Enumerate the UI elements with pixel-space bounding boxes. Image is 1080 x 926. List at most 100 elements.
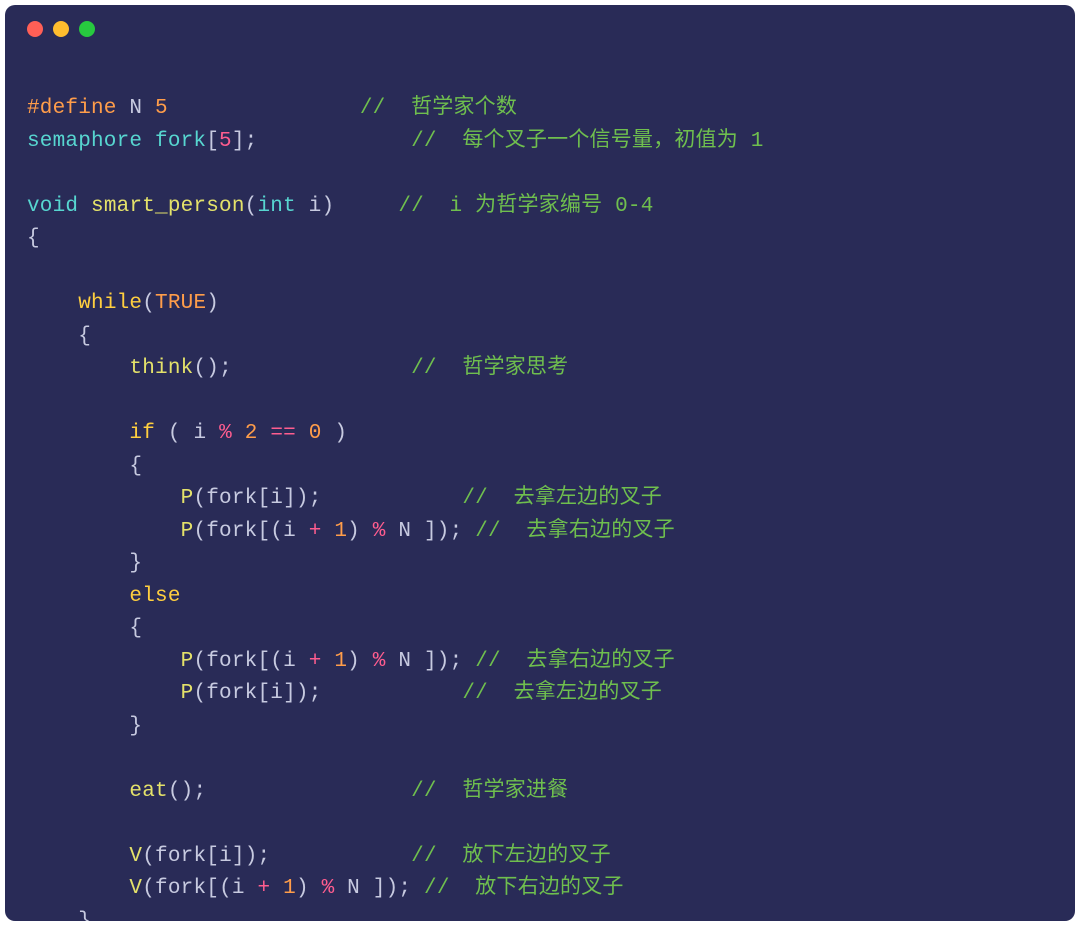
- tok-paren: ): [206, 292, 219, 315]
- comment: // 放下左边的叉子: [411, 845, 611, 868]
- tok-num-1: 1: [334, 520, 347, 543]
- comment: // 哲学家进餐: [411, 780, 568, 803]
- tok-ident-fork: fork: [206, 520, 257, 543]
- tok-paren: ): [437, 520, 450, 543]
- tok-ident-fork: fork: [206, 487, 257, 510]
- tok-op-mod: %: [373, 650, 386, 673]
- tok-var: i: [283, 650, 309, 673]
- indent: [27, 650, 181, 673]
- indent: [27, 780, 129, 803]
- tok-var: i: [270, 682, 283, 705]
- tok-bracket: ]: [232, 130, 245, 153]
- tok-brace: {: [27, 227, 40, 250]
- tok-while: while: [78, 292, 142, 315]
- tok-bracket: ]: [283, 487, 296, 510]
- tok-paren: (: [193, 520, 206, 543]
- tok-N: N: [334, 877, 372, 900]
- tok-paren: ): [347, 520, 360, 543]
- tok-brace: {: [27, 455, 142, 478]
- tok-paren: ): [386, 877, 399, 900]
- tok-else: else: [129, 585, 180, 608]
- tok-brace: {: [27, 617, 142, 640]
- comment: // 去拿右边的叉子: [462, 520, 674, 543]
- comment: // i 为哲学家编号 0-4: [398, 195, 653, 218]
- tok-ident-fork: fork: [155, 877, 206, 900]
- comment: // 去拿左边的叉子: [462, 682, 662, 705]
- sp: [155, 422, 168, 445]
- pad: [206, 780, 411, 803]
- comment: // 哲学家思考: [411, 357, 568, 380]
- tok-call-P: P: [181, 487, 194, 510]
- tok-paren: (: [168, 422, 181, 445]
- sp: [322, 650, 335, 673]
- indent: [27, 487, 181, 510]
- tok-define: #define: [27, 97, 117, 120]
- tok-bracket: ]: [232, 845, 245, 868]
- tok-call-P: P: [181, 520, 194, 543]
- pad: [270, 845, 411, 868]
- tok-var: i: [232, 877, 258, 900]
- tok-text: N: [117, 97, 155, 120]
- pad: [232, 357, 411, 380]
- tok-bracket: [: [257, 650, 270, 673]
- indent: [27, 845, 129, 868]
- tok-paren: (: [219, 877, 232, 900]
- indent: [27, 422, 129, 445]
- tok-paren: ): [347, 650, 360, 673]
- code-window: #define N 5 // 哲学家个数 semaphore fork[5]; …: [5, 5, 1075, 921]
- tok-bracket: ]: [424, 520, 437, 543]
- tok-brace: {: [27, 325, 91, 348]
- tok-num-1: 1: [334, 650, 347, 673]
- tok-void: void: [27, 195, 78, 218]
- tok-int: int: [257, 195, 295, 218]
- tok-var: i: [181, 422, 219, 445]
- sp: [258, 422, 271, 445]
- tok-number-5: 5: [155, 97, 168, 120]
- tok-call-P: P: [181, 682, 194, 705]
- tok-bracket: [: [206, 877, 219, 900]
- tok-paren: (: [193, 487, 206, 510]
- sp: [309, 877, 322, 900]
- tok-num-1: 1: [283, 877, 296, 900]
- indent: [27, 877, 129, 900]
- tok-op-mod: %: [219, 422, 232, 445]
- tok-paren: ): [334, 422, 347, 445]
- tok-bracket: [: [206, 130, 219, 153]
- tok-paren: ): [296, 877, 309, 900]
- tok-semicolon: ;: [219, 357, 232, 380]
- tok-bracket: ]: [373, 877, 386, 900]
- tok-paren: (: [168, 780, 181, 803]
- indent: [27, 585, 129, 608]
- tok-num-0: 0: [309, 422, 322, 445]
- tok-paren: ): [206, 357, 219, 380]
- window-zoom-icon[interactable]: [79, 21, 95, 37]
- tok-semicolon: ;: [258, 845, 271, 868]
- tok-N: N: [386, 520, 424, 543]
- tok-num-2: 2: [245, 422, 258, 445]
- tok-if: if: [129, 422, 155, 445]
- tok-semicolon: ;: [309, 682, 322, 705]
- code-block: #define N 5 // 哲学家个数 semaphore fork[5]; …: [5, 53, 1075, 921]
- comment: // 哲学家个数: [360, 97, 517, 120]
- pad: [257, 130, 411, 153]
- tok-paren: (: [193, 682, 206, 705]
- indent: [27, 682, 181, 705]
- tok-call-P: P: [181, 650, 194, 673]
- tok-op-mod: %: [322, 877, 335, 900]
- tok-semicolon: ;: [309, 487, 322, 510]
- sp: [360, 650, 373, 673]
- indent: [27, 357, 129, 380]
- tok-call-eat: eat: [129, 780, 167, 803]
- tok-param: i: [296, 195, 322, 218]
- tok-brace: }: [27, 910, 91, 922]
- window-minimize-icon[interactable]: [53, 21, 69, 37]
- sp: [232, 422, 245, 445]
- tok-semicolon: ;: [193, 780, 206, 803]
- tok-op-plus: +: [309, 520, 322, 543]
- tok-paren: ): [296, 682, 309, 705]
- comment: // 去拿右边的叉子: [462, 650, 674, 673]
- sp: [360, 520, 373, 543]
- comment: // 每个叉子一个信号量，初值为 1: [411, 130, 763, 153]
- window-close-icon[interactable]: [27, 21, 43, 37]
- tok-paren: ): [296, 487, 309, 510]
